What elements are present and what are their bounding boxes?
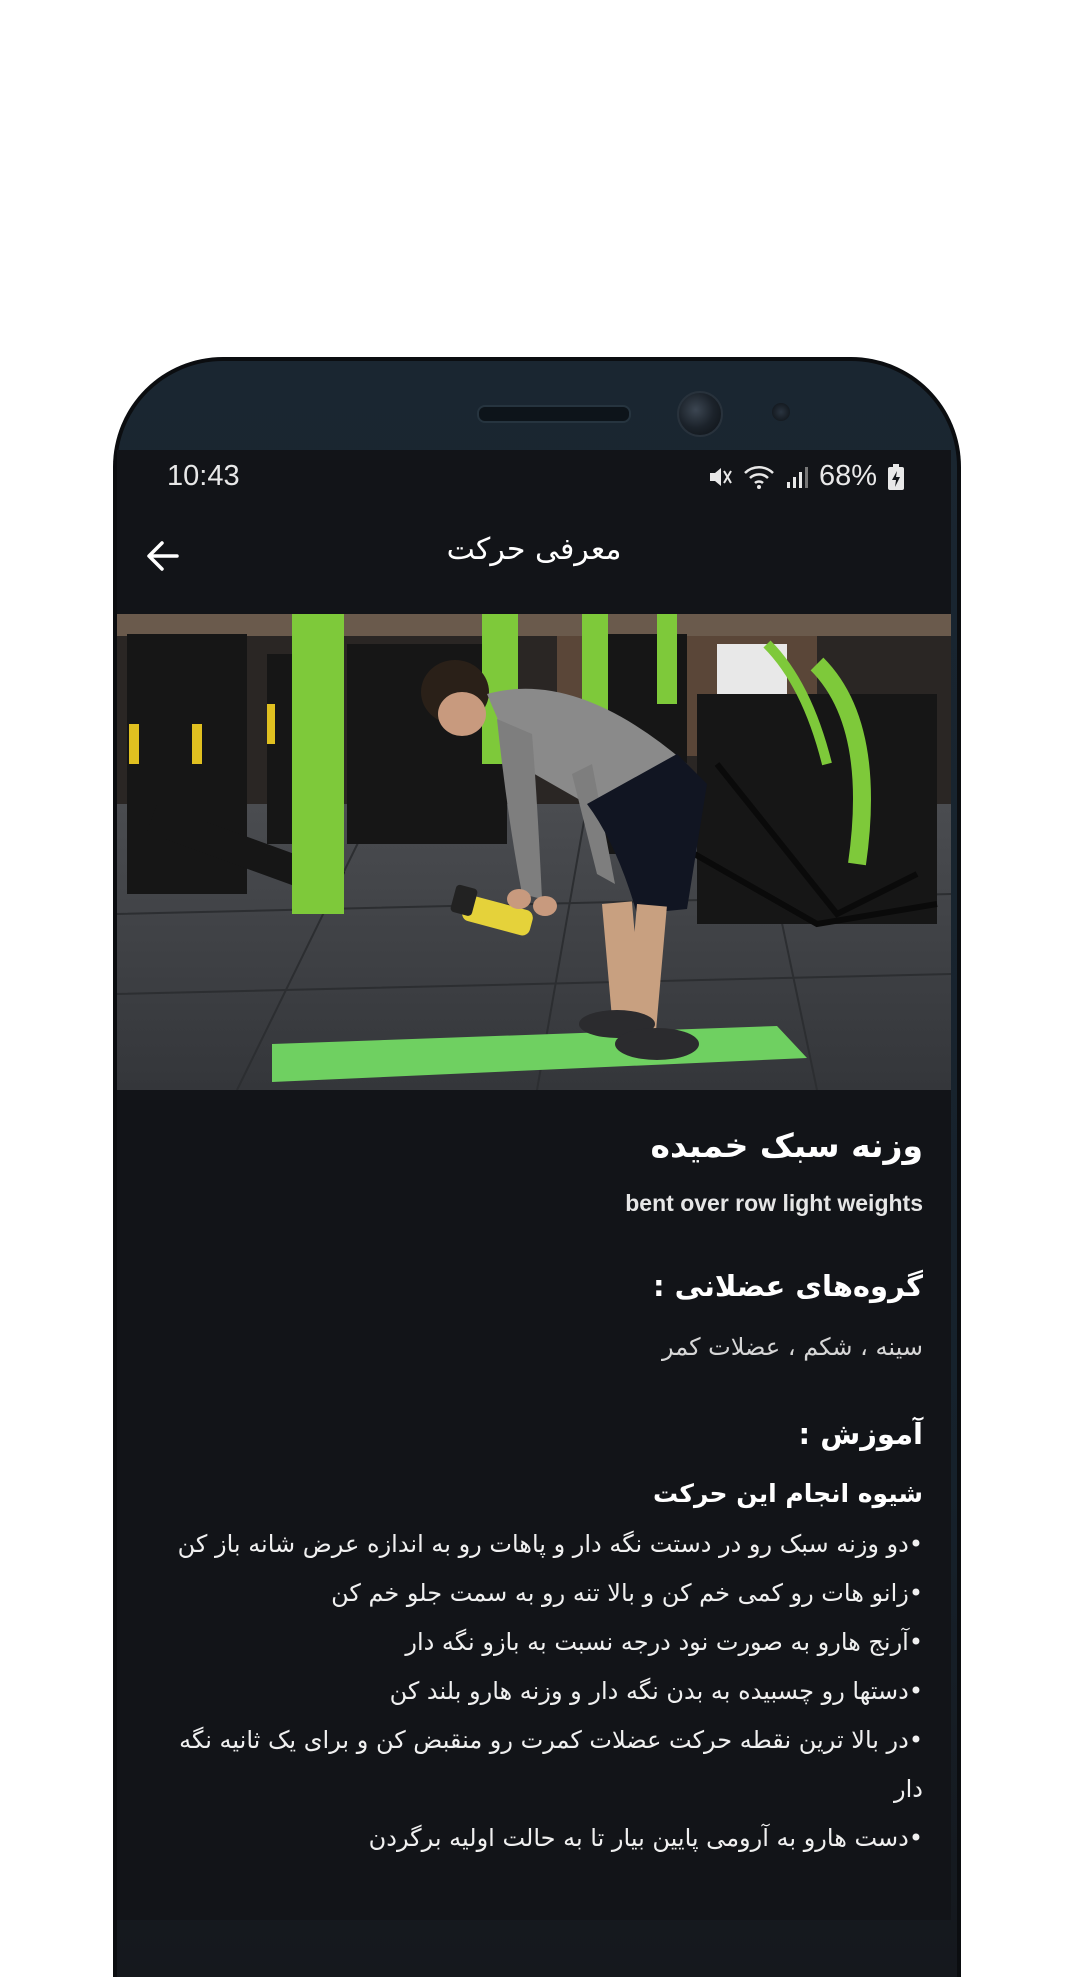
steps-list: •دو وزنه سبک رو در دستت نگه دار و پاهات …: [153, 1520, 923, 1863]
status-bar: 10:43 68%: [117, 450, 951, 502]
earpiece-speaker: [477, 405, 631, 423]
exercise-latin-name: bent over row light weights: [625, 1190, 923, 1216]
battery-percent: 68%: [818, 460, 877, 492]
list-item: •دو وزنه سبک رو در دستت نگه دار و پاهات …: [177, 1530, 923, 1558]
list-item: •دستها رو چسبیده به بدن نگه دار و وزنه ه…: [389, 1677, 923, 1705]
exercise-details: وزنه سبک خمیده bent over row light weigh…: [153, 1090, 923, 1863]
front-camera-icon: [677, 391, 723, 437]
signal-icon: [785, 464, 809, 490]
app-bar: معرفی حرکت: [117, 502, 951, 612]
status-time: 10:43: [167, 460, 240, 492]
list-item: •در بالا ترین نقطه حرکت عضلات کمرت رو من…: [179, 1726, 923, 1803]
status-icons: 68%: [707, 460, 905, 493]
page-title: معرفی حرکت: [446, 532, 622, 567]
wifi-icon: [743, 464, 775, 490]
app-screen: 10:43 68% معرفی حرکت وزنه سبک خمیده bent…: [117, 450, 951, 1920]
exercise-video[interactable]: [117, 614, 951, 1090]
list-item: •دست هارو به آرومی پایین بیار تا به حالت…: [368, 1824, 923, 1852]
exercise-image: [117, 614, 951, 1090]
proximity-sensor: [772, 403, 790, 421]
list-item: •زانو هات رو کمی خم کن و بالا تنه رو به …: [331, 1579, 923, 1607]
muscle-groups-list: سینه ، شکم ، عضلات کمر: [661, 1333, 923, 1361]
list-item: •آرنج هارو به صورت نود درجه نسبت به بازو…: [405, 1628, 923, 1656]
exercise-title: وزنه سبک خمیده: [650, 1126, 923, 1165]
muscle-groups-heading: گروه‌های عضلانی :: [652, 1269, 923, 1303]
battery-charging-icon: [887, 463, 905, 491]
training-heading: آموزش :: [798, 1417, 923, 1451]
mute-icon: [707, 464, 733, 490]
method-heading: شیوه انجام این حرکت: [652, 1479, 923, 1508]
